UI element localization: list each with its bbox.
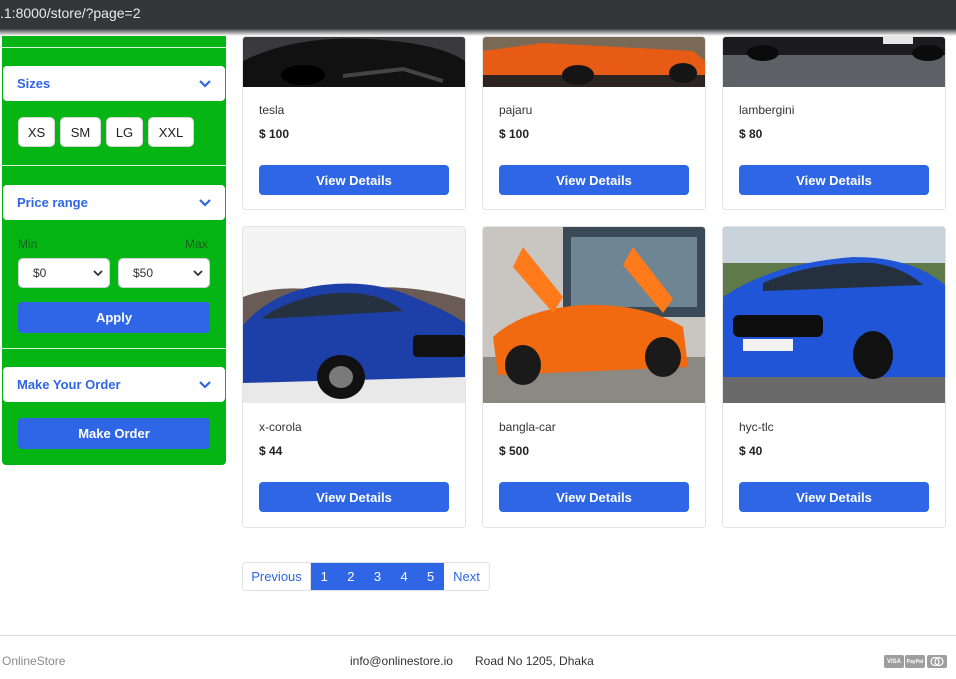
product-price: $ 80 <box>739 127 763 141</box>
mastercard-icon <box>927 655 947 668</box>
sizes-accordion-header[interactable]: Sizes <box>3 66 225 101</box>
next-page-link[interactable]: Next <box>443 563 489 590</box>
sizes-title: Sizes <box>17 76 51 91</box>
product-price: $ 100 <box>259 127 290 141</box>
product-image[interactable] <box>723 227 945 403</box>
paypal-icon: PayPal <box>905 655 925 668</box>
view-details-button[interactable]: View Details <box>739 482 929 512</box>
url-bar-shadow <box>0 28 956 36</box>
product-image[interactable] <box>243 227 465 403</box>
size-option[interactable]: LG <box>106 117 143 147</box>
divider <box>2 165 226 166</box>
max-label: Max <box>185 237 208 251</box>
apply-button[interactable]: Apply <box>18 302 210 333</box>
max-price-value: $50 <box>133 266 154 280</box>
view-details-button[interactable]: View Details <box>259 482 449 512</box>
view-details-button[interactable]: View Details <box>259 165 449 195</box>
product-price: $ 44 <box>259 444 283 458</box>
chevron-down-icon <box>199 379 211 391</box>
footer-email[interactable]: info@onlinestore.io <box>350 654 453 668</box>
product-name: bangla-car <box>499 420 556 434</box>
page-link[interactable]: 4 <box>390 563 418 590</box>
size-option[interactable]: SM <box>60 117 101 147</box>
url-text: .1:8000/store/?page=2 <box>0 5 141 21</box>
view-details-button[interactable]: View Details <box>499 165 689 195</box>
product-name: pajaru <box>499 103 533 117</box>
max-price-select[interactable]: $50 <box>118 258 210 288</box>
previous-page-link[interactable]: Previous <box>243 563 311 590</box>
page-link[interactable]: 3 <box>364 563 391 590</box>
size-option[interactable]: XXL <box>148 117 194 147</box>
product-image[interactable] <box>483 227 705 403</box>
product-price: $ 40 <box>739 444 763 458</box>
product-card: lambergini $ 80 View Details <box>722 36 946 210</box>
product-card: bangla-car $ 500 View Details <box>482 226 706 528</box>
product-card: x-corola $ 44 View Details <box>242 226 466 528</box>
footer-brand: OnlineStore <box>2 654 66 668</box>
view-details-button[interactable]: View Details <box>499 482 689 512</box>
product-image[interactable] <box>243 37 465 87</box>
page-link[interactable]: 1 <box>311 563 338 590</box>
min-label: Min <box>18 237 38 251</box>
filter-sidebar: Sizes XS SM LG XXL Price range Min Max $… <box>2 36 226 465</box>
product-card: tesla $ 100 View Details <box>242 36 466 210</box>
browser-url-bar[interactable]: .1:8000/store/?page=2 <box>0 0 956 28</box>
product-price: $ 100 <box>499 127 530 141</box>
footer-divider <box>0 635 956 636</box>
product-image[interactable] <box>723 37 945 87</box>
product-name: x-corola <box>259 420 302 434</box>
chevron-down-icon <box>199 78 211 90</box>
product-name: tesla <box>259 103 285 117</box>
price-accordion-header[interactable]: Price range <box>3 185 225 220</box>
min-price-value: $0 <box>33 266 47 280</box>
divider <box>2 348 226 349</box>
product-card: pajaru $ 100 View Details <box>482 36 706 210</box>
order-title: Make Your Order <box>17 377 121 392</box>
product-card: hyc-tlc $ 40 View Details <box>722 226 946 528</box>
divider <box>2 47 226 48</box>
chevron-down-icon <box>199 197 211 209</box>
page-link[interactable]: 2 <box>337 563 365 590</box>
pagination: Previous 1 2 3 4 5 Next <box>242 562 490 591</box>
store-page: .1:8000/store/?page=2 Sizes XS SM LG XXL… <box>0 0 956 679</box>
product-name: lambergini <box>739 103 795 117</box>
product-price: $ 500 <box>499 444 530 458</box>
chevron-down-icon <box>93 266 103 280</box>
price-title: Price range <box>17 195 88 210</box>
min-price-select[interactable]: $0 <box>18 258 110 288</box>
size-options: XS SM LG XXL <box>18 117 194 147</box>
page-link[interactable]: 5 <box>417 563 444 590</box>
make-order-button[interactable]: Make Order <box>18 418 210 449</box>
order-accordion-header[interactable]: Make Your Order <box>3 367 225 402</box>
size-option[interactable]: XS <box>18 117 55 147</box>
view-details-button[interactable]: View Details <box>739 165 929 195</box>
product-image[interactable] <box>483 37 705 87</box>
footer-address: Road No 1205, Dhaka <box>475 654 594 668</box>
visa-icon: VISA <box>884 655 904 668</box>
chevron-down-icon <box>193 266 203 280</box>
product-name: hyc-tlc <box>739 420 774 434</box>
